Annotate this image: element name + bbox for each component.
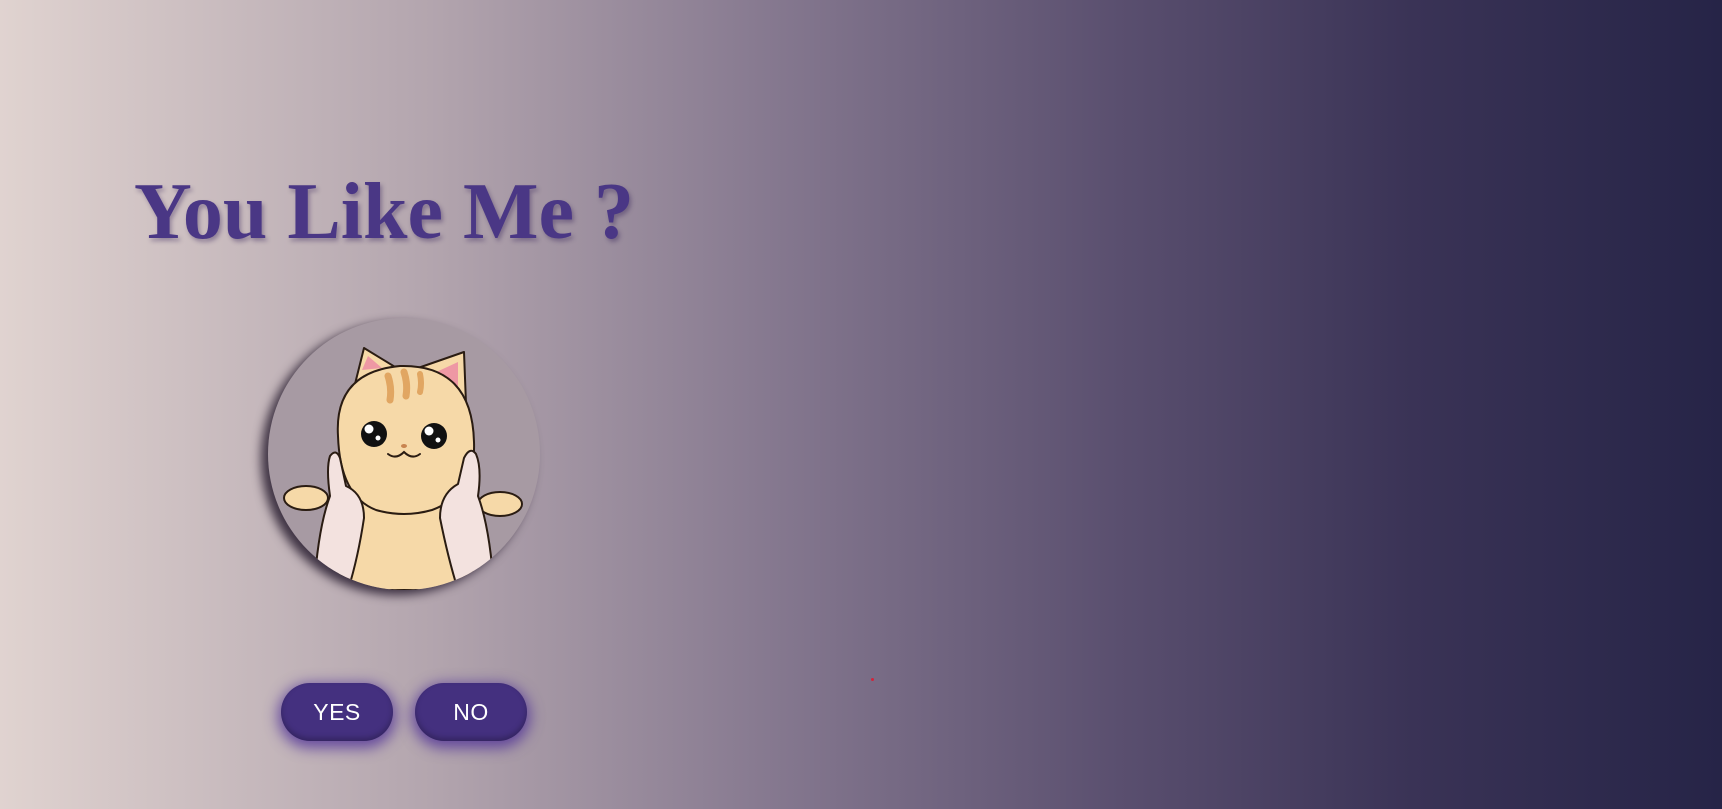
page-title: You Like Me ? [134, 168, 634, 256]
no-button[interactable]: NO [415, 683, 527, 741]
yes-button[interactable]: YES [281, 683, 393, 741]
cat-icon [283, 347, 523, 590]
cat-avatar [268, 318, 540, 590]
cursor-dot [871, 678, 874, 681]
